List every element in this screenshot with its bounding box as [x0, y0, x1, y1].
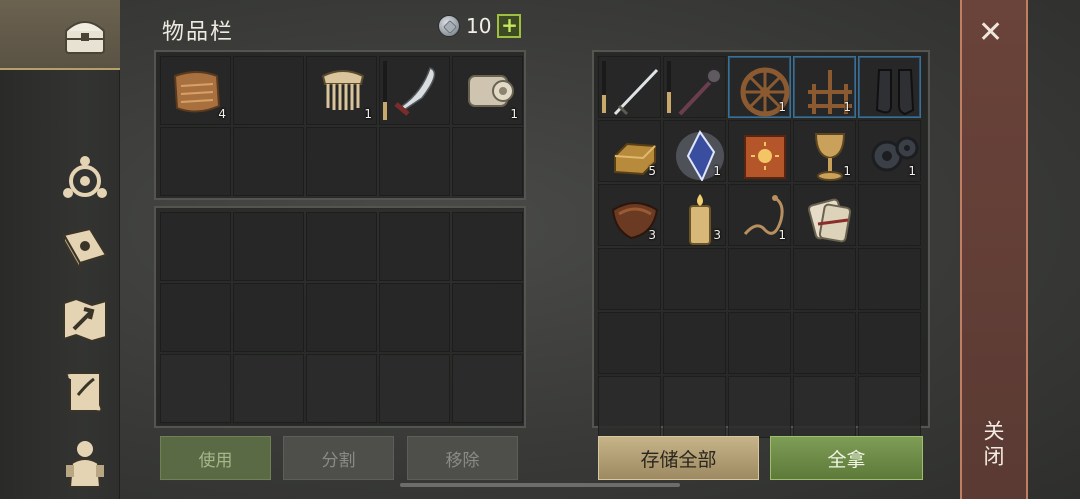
- inventory-slot[interactable]: [306, 354, 377, 423]
- inventory-slot[interactable]: [233, 354, 304, 423]
- storage-slot[interactable]: [858, 248, 921, 310]
- book-icon: [744, 135, 786, 179]
- inventory-slot[interactable]: 1: [452, 56, 523, 125]
- add-currency-button[interactable]: +: [497, 14, 522, 38]
- storage-slot[interactable]: [728, 376, 791, 438]
- inventory-slot[interactable]: [160, 283, 231, 352]
- inventory-slot[interactable]: [233, 283, 304, 352]
- item-count: 3: [648, 228, 656, 242]
- map-icon[interactable]: [55, 290, 115, 350]
- scrolls-icon: [808, 198, 852, 243]
- triskelion-icon[interactable]: [55, 148, 115, 208]
- page-title: 物品栏: [162, 20, 235, 45]
- inventory-slot[interactable]: [160, 127, 231, 196]
- inventory-slot[interactable]: 4: [160, 56, 231, 125]
- inventory-grid-extra: [160, 212, 523, 423]
- storage-slot[interactable]: 3: [598, 184, 661, 246]
- storage-slot[interactable]: [793, 248, 856, 310]
- use-button[interactable]: 使用: [160, 436, 271, 480]
- inventory-slot[interactable]: [452, 283, 523, 352]
- inventory-grid: 4 1 1: [160, 56, 523, 196]
- item-count: 1: [843, 164, 851, 178]
- storage-slot[interactable]: [793, 184, 856, 246]
- inventory-slot[interactable]: [306, 212, 377, 281]
- storage-slot[interactable]: [728, 248, 791, 310]
- inventory-slot[interactable]: [160, 212, 231, 281]
- remove-button[interactable]: 移除: [407, 436, 518, 480]
- character-icon[interactable]: [55, 434, 115, 494]
- split-button[interactable]: 分割: [283, 436, 394, 480]
- boots-icon: [875, 69, 915, 116]
- inventory-slot[interactable]: [379, 354, 450, 423]
- storage-slot[interactable]: [598, 56, 661, 118]
- storage-slot[interactable]: 3: [663, 184, 726, 246]
- inventory-slot[interactable]: [452, 212, 523, 281]
- storage-slot[interactable]: [598, 248, 661, 310]
- spellbook-icon[interactable]: [55, 218, 115, 278]
- scroll-indicator[interactable]: [400, 483, 680, 487]
- storage-slot[interactable]: [663, 248, 726, 310]
- storage-slot[interactable]: [858, 184, 921, 246]
- storage-slot[interactable]: 5: [598, 120, 661, 182]
- sword-icon: [613, 68, 659, 116]
- item-count: 1: [843, 100, 851, 114]
- currency-value: 10: [466, 14, 492, 38]
- inventory-slot[interactable]: [379, 283, 450, 352]
- storage-slot[interactable]: 1: [728, 56, 791, 118]
- item-count: 1: [908, 164, 916, 178]
- inventory-slot[interactable]: [379, 212, 450, 281]
- storage-slot[interactable]: [598, 312, 661, 374]
- close-label[interactable]: 关闭: [981, 420, 1008, 470]
- take-all-button[interactable]: 全拿: [770, 436, 923, 480]
- storage-slot[interactable]: [663, 376, 726, 438]
- close-icon[interactable]: ✕: [978, 18, 1003, 48]
- item-count: 1: [778, 228, 786, 242]
- item-count: 4: [218, 107, 226, 121]
- storage-slot[interactable]: [858, 56, 921, 118]
- item-count: 1: [778, 100, 786, 114]
- storage-slot[interactable]: [793, 312, 856, 374]
- currency-area: 10 +: [438, 14, 522, 38]
- item-count: 3: [713, 228, 721, 242]
- storage-slot[interactable]: [728, 312, 791, 374]
- storage-slot[interactable]: [663, 56, 726, 118]
- inventory-slot[interactable]: [306, 283, 377, 352]
- inventory-slot[interactable]: [379, 56, 450, 125]
- storage-slot[interactable]: [598, 376, 661, 438]
- storage-slot[interactable]: [858, 376, 921, 438]
- storage-slot[interactable]: [858, 312, 921, 374]
- saber-icon: [394, 67, 436, 116]
- item-count: 1: [510, 107, 518, 121]
- inventory-slot[interactable]: [233, 212, 304, 281]
- close-panel[interactable]: ✕ 关闭: [960, 0, 1028, 499]
- chest-icon[interactable]: [55, 6, 115, 66]
- item-count: 5: [648, 164, 656, 178]
- inventory-slot[interactable]: 1: [306, 56, 377, 125]
- mace-icon: [678, 68, 722, 116]
- item-count: 1: [713, 164, 721, 178]
- inventory-slot[interactable]: [306, 127, 377, 196]
- inventory-slot[interactable]: [160, 354, 231, 423]
- storage-slot[interactable]: [728, 120, 791, 182]
- inventory-slot[interactable]: [379, 127, 450, 196]
- storage-slot[interactable]: 1: [793, 120, 856, 182]
- silver-coin-icon: [438, 15, 460, 37]
- sidebar: [0, 0, 120, 499]
- item-count: 1: [364, 107, 372, 121]
- storage-slot[interactable]: 1: [793, 56, 856, 118]
- storage-slot[interactable]: 1: [728, 184, 791, 246]
- storage-slot[interactable]: 1: [858, 120, 921, 182]
- inventory-slot[interactable]: [233, 127, 304, 196]
- inventory-slot[interactable]: [233, 56, 304, 125]
- store-all-button[interactable]: 存储全部: [598, 436, 759, 480]
- inventory-slot[interactable]: [452, 127, 523, 196]
- storage-slot[interactable]: 1: [663, 120, 726, 182]
- inventory-slot[interactable]: [452, 354, 523, 423]
- storage-slot[interactable]: [793, 376, 856, 438]
- scroll-icon[interactable]: [55, 362, 115, 422]
- storage-grid: 1 1 5 1 1 1 3 3 1: [598, 56, 921, 438]
- storage-slot[interactable]: [663, 312, 726, 374]
